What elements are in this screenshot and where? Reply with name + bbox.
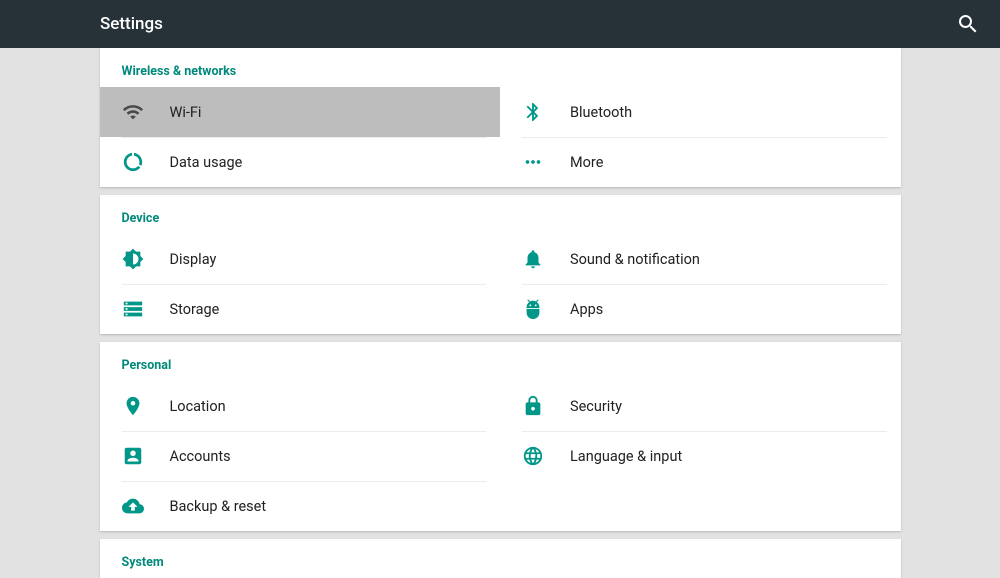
data-usage-icon xyxy=(122,151,144,173)
section-header-system: System xyxy=(100,545,901,578)
apps-icon xyxy=(522,298,544,320)
more-icon xyxy=(522,151,544,173)
item-apps[interactable]: Apps xyxy=(500,284,901,334)
item-label: Sound & notification xyxy=(570,251,700,268)
lock-icon xyxy=(522,395,544,417)
item-security[interactable]: Security xyxy=(500,381,901,431)
item-backup[interactable]: Backup & reset xyxy=(100,481,501,531)
section-device: Device Display Sound & notification Stor… xyxy=(100,195,901,334)
item-bluetooth[interactable]: Bluetooth xyxy=(500,87,901,137)
section-wireless: Wireless & networks Wi-Fi Bluetooth Data… xyxy=(100,48,901,187)
wifi-icon xyxy=(122,101,144,123)
storage-icon xyxy=(122,298,144,320)
search-icon[interactable] xyxy=(956,12,980,36)
item-more[interactable]: More xyxy=(500,137,901,187)
section-system: System xyxy=(100,539,901,578)
bell-icon xyxy=(522,248,544,270)
settings-content: Wireless & networks Wi-Fi Bluetooth Data… xyxy=(100,48,901,578)
account-icon xyxy=(122,445,144,467)
item-label: Wi-Fi xyxy=(170,104,202,121)
item-accounts[interactable]: Accounts xyxy=(100,431,501,481)
item-sound[interactable]: Sound & notification xyxy=(500,234,901,284)
section-header-personal: Personal xyxy=(100,348,901,381)
item-label: Storage xyxy=(170,301,220,318)
display-icon xyxy=(122,248,144,270)
item-storage[interactable]: Storage xyxy=(100,284,501,334)
globe-icon xyxy=(522,445,544,467)
item-label: Security xyxy=(570,398,622,415)
section-header-device: Device xyxy=(100,201,901,234)
item-label: Display xyxy=(170,251,217,268)
item-label: Location xyxy=(170,398,226,415)
item-data-usage[interactable]: Data usage xyxy=(100,137,501,187)
location-icon xyxy=(122,395,144,417)
backup-icon xyxy=(122,495,144,517)
section-header-wireless: Wireless & networks xyxy=(100,54,901,87)
item-label: More xyxy=(570,154,603,171)
bluetooth-icon xyxy=(522,101,544,123)
page-title: Settings xyxy=(100,14,956,34)
item-location[interactable]: Location xyxy=(100,381,501,431)
item-label: Backup & reset xyxy=(170,498,267,515)
app-bar: Settings xyxy=(0,0,1000,48)
item-label: Bluetooth xyxy=(570,104,632,121)
item-display[interactable]: Display xyxy=(100,234,501,284)
item-label: Language & input xyxy=(570,448,682,465)
item-label: Accounts xyxy=(170,448,231,465)
item-wifi[interactable]: Wi-Fi xyxy=(100,87,501,137)
item-label: Apps xyxy=(570,301,603,318)
section-personal: Personal Location Security Accounts Lang… xyxy=(100,342,901,531)
item-language[interactable]: Language & input xyxy=(500,431,901,481)
item-label: Data usage xyxy=(170,154,243,171)
